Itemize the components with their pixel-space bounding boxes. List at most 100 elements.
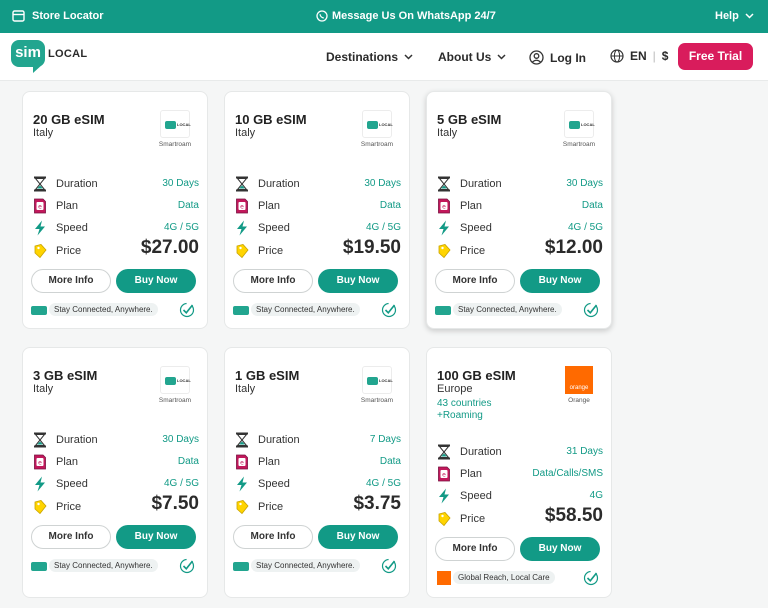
more-info-button[interactable]: More Info bbox=[435, 269, 515, 293]
duration-value: 7 Days bbox=[369, 434, 401, 445]
more-info-button[interactable]: More Info bbox=[233, 525, 313, 549]
simlocal-logo[interactable]: sim LOCAL bbox=[11, 40, 88, 74]
whatsapp-link[interactable]: Message Us On WhatsApp 24/7 bbox=[316, 10, 496, 22]
whatsapp-icon bbox=[316, 10, 328, 22]
price-value: $7.50 bbox=[151, 493, 199, 514]
plan-value: Data bbox=[177, 456, 199, 467]
esim-card-icon: e bbox=[235, 198, 249, 214]
verified-check-icon bbox=[381, 302, 397, 318]
price-row: Price $3.75 bbox=[235, 493, 401, 515]
esim-card-icon: e bbox=[437, 466, 451, 482]
plan-roaming[interactable]: +Roaming bbox=[437, 410, 483, 421]
provider-badge: LOCAL Smartroam bbox=[155, 366, 195, 404]
svg-text:e: e bbox=[38, 204, 42, 211]
buy-now-button[interactable]: Buy Now bbox=[520, 269, 600, 293]
speed-value: 4G / 5G bbox=[365, 222, 401, 233]
plan-countries[interactable]: 43 countries bbox=[437, 398, 491, 409]
chevron-down-icon bbox=[404, 54, 413, 60]
speed-row: Speed 4G / 5G bbox=[235, 220, 401, 236]
language-currency-selector[interactable]: EN | $ bbox=[610, 49, 668, 63]
plan-row: e Plan Data/Calls/SMS bbox=[437, 466, 603, 482]
lightning-icon bbox=[235, 476, 249, 492]
card-footer: Global Reach, Local Care bbox=[435, 570, 605, 588]
duration-row: Duration 30 Days bbox=[33, 432, 199, 448]
simlocal-provider-logo: LOCAL bbox=[160, 366, 191, 394]
buy-now-button[interactable]: Buy Now bbox=[520, 537, 600, 561]
footer-tagline: Stay Connected, Anywhere. bbox=[251, 303, 360, 316]
price-value: $58.50 bbox=[544, 505, 603, 526]
price-label: Price bbox=[258, 245, 284, 257]
more-info-button[interactable]: More Info bbox=[31, 269, 111, 293]
more-info-button[interactable]: More Info bbox=[435, 537, 515, 561]
speed-row: Speed 4G / 5G bbox=[33, 476, 199, 492]
logo-tail bbox=[33, 64, 43, 73]
hourglass-icon bbox=[33, 176, 47, 192]
price-tag-icon bbox=[235, 499, 249, 515]
verified-check-icon bbox=[179, 558, 195, 574]
language-label: EN bbox=[630, 49, 647, 63]
orange-mini-logo bbox=[437, 571, 451, 585]
logo-word: LOCAL bbox=[48, 48, 88, 60]
duration-label: Duration bbox=[460, 446, 502, 458]
buy-now-button[interactable]: Buy Now bbox=[116, 525, 196, 549]
store-locator-link[interactable]: Store Locator bbox=[12, 10, 104, 22]
provider-name: Smartroam bbox=[562, 141, 596, 148]
login-button[interactable]: Log In bbox=[529, 50, 586, 65]
duration-label: Duration bbox=[460, 178, 502, 190]
speed-label: Speed bbox=[258, 478, 290, 490]
duration-label: Duration bbox=[258, 178, 300, 190]
hourglass-icon bbox=[235, 432, 249, 448]
nav-destinations[interactable]: Destinations bbox=[326, 50, 413, 64]
footer-tagline: Stay Connected, Anywhere. bbox=[453, 303, 562, 316]
plan-value: Data/Calls/SMS bbox=[532, 468, 603, 479]
buy-now-button[interactable]: Buy Now bbox=[116, 269, 196, 293]
hourglass-icon bbox=[33, 432, 47, 448]
price-tag-icon bbox=[437, 511, 451, 527]
provider-badge: LOCAL Smartroam bbox=[559, 110, 599, 148]
more-info-button[interactable]: More Info bbox=[31, 525, 111, 549]
simlocal-mini-logo bbox=[435, 306, 451, 315]
speed-row: Speed 4G / 5G bbox=[235, 476, 401, 492]
nav-about-label: About Us bbox=[438, 50, 492, 64]
plan-row: e Plan Data bbox=[33, 198, 199, 214]
duration-value: 30 Days bbox=[566, 178, 603, 189]
hourglass-icon bbox=[437, 176, 451, 192]
plan-card: 10 GB eSIM Italy LOCAL Smartroam Duratio… bbox=[224, 91, 410, 329]
duration-label: Duration bbox=[56, 434, 98, 446]
duration-label: Duration bbox=[258, 434, 300, 446]
speed-row: Speed 4G / 5G bbox=[33, 220, 199, 236]
store-locator-label: Store Locator bbox=[32, 10, 104, 22]
free-trial-button[interactable]: Free Trial bbox=[678, 43, 753, 70]
simlocal-mini-logo bbox=[233, 306, 249, 315]
help-label: Help bbox=[715, 10, 739, 22]
plan-card: 20 GB eSIM Italy LOCAL Smartroam Duratio… bbox=[22, 91, 208, 329]
whatsapp-label: Message Us On WhatsApp 24/7 bbox=[332, 10, 496, 22]
duration-row: Duration 7 Days bbox=[235, 432, 401, 448]
buy-now-button[interactable]: Buy Now bbox=[318, 525, 398, 549]
footer-tagline: Stay Connected, Anywhere. bbox=[49, 559, 158, 572]
plan-title: 100 GB eSIM bbox=[437, 368, 516, 383]
main-nav: sim LOCAL Destinations About Us Log In E… bbox=[0, 33, 768, 81]
price-row: Price $19.50 bbox=[235, 237, 401, 259]
help-menu[interactable]: Help bbox=[715, 10, 754, 22]
duration-label: Duration bbox=[56, 178, 98, 190]
logo-bubble: sim bbox=[11, 40, 45, 67]
esim-card-icon: e bbox=[33, 198, 47, 214]
nav-about[interactable]: About Us bbox=[438, 50, 506, 64]
buy-now-button[interactable]: Buy Now bbox=[318, 269, 398, 293]
duration-value: 30 Days bbox=[364, 178, 401, 189]
hourglass-icon bbox=[235, 176, 249, 192]
esim-card-icon: e bbox=[33, 454, 47, 470]
plan-label: Plan bbox=[56, 200, 79, 212]
simlocal-provider-logo: LOCAL bbox=[362, 110, 393, 138]
plan-card: 5 GB eSIM Italy LOCAL Smartroam Duration… bbox=[426, 91, 612, 329]
simlocal-mini-logo bbox=[233, 562, 249, 571]
plan-label: Plan bbox=[460, 200, 483, 212]
plan-title: 3 GB eSIM bbox=[33, 368, 98, 383]
hourglass-icon bbox=[437, 444, 451, 460]
provider-name: Orange bbox=[568, 397, 590, 404]
card-footer: Stay Connected, Anywhere. bbox=[435, 302, 605, 320]
divider: | bbox=[652, 49, 656, 63]
price-tag-icon bbox=[437, 243, 451, 259]
more-info-button[interactable]: More Info bbox=[233, 269, 313, 293]
